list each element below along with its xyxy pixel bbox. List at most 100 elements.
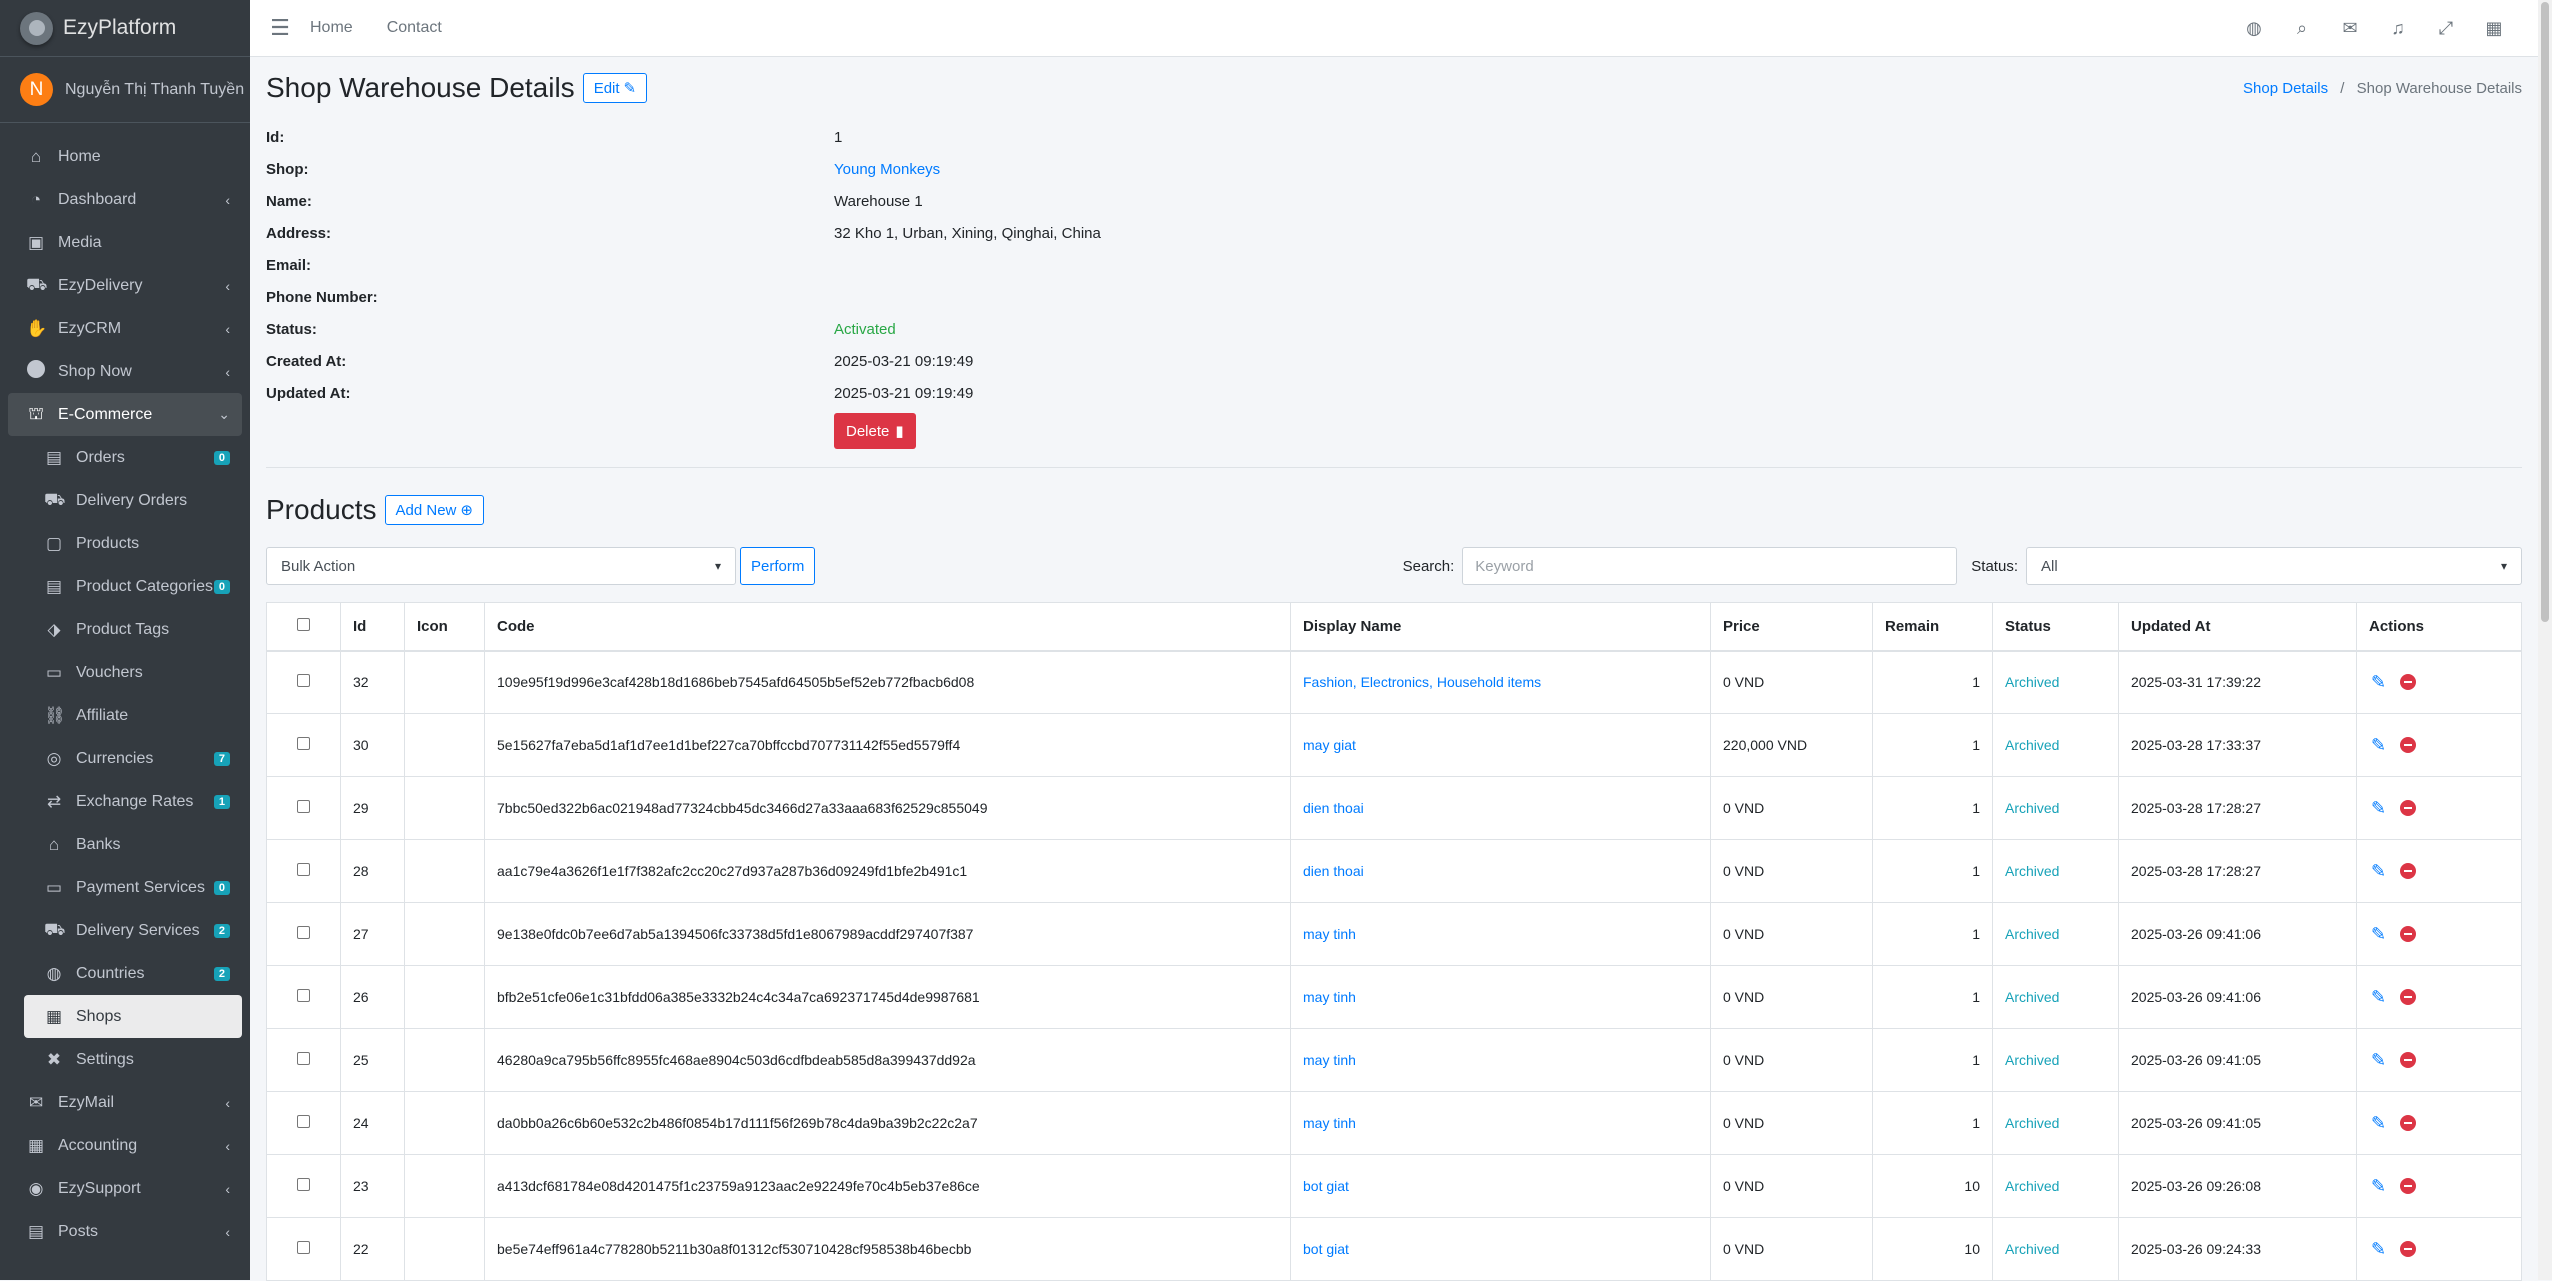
breadcrumb-shop-details[interactable]: Shop Details [2243, 80, 2328, 97]
row-checkbox[interactable] [297, 1115, 310, 1128]
col-remain[interactable]: Remain [1872, 602, 1993, 652]
status-link[interactable]: Archived [2005, 800, 2059, 816]
globe-icon[interactable]: ◍ [2230, 18, 2278, 39]
sidebar-item-ezycrm[interactable]: ✋ EzyCRM ‹ [8, 307, 242, 350]
remove-icon[interactable] [2400, 674, 2417, 691]
status-link[interactable]: Archived [2005, 989, 2059, 1005]
nav-home-link[interactable]: Home [310, 19, 353, 37]
col-updated-at[interactable]: Updated At [2118, 602, 2357, 652]
product-name-link[interactable]: may tinh [1303, 1052, 1356, 1068]
remove-icon[interactable] [2400, 989, 2417, 1005]
remove-icon[interactable] [2400, 1115, 2417, 1131]
sidebar-item-currencies[interactable]: ◎ Currencies 7 [8, 737, 242, 780]
remove-icon[interactable] [2400, 737, 2417, 753]
row-checkbox[interactable] [297, 863, 310, 876]
apps-grid-icon[interactable]: ▦ [2470, 18, 2518, 39]
row-checkbox[interactable] [297, 737, 310, 750]
product-name-link[interactable]: bot giat [1303, 1178, 1349, 1194]
sidebar-item-media[interactable]: ▣ Media [8, 221, 242, 264]
edit-icon[interactable]: ✎ [2371, 1050, 2386, 1071]
page-scrollbar[interactable] [2538, 0, 2552, 1280]
sidebar-item-shops[interactable]: ▦ Shops [24, 995, 242, 1038]
row-checkbox[interactable] [297, 1178, 310, 1191]
row-checkbox[interactable] [297, 800, 310, 813]
remove-icon[interactable] [2400, 800, 2417, 816]
search-icon[interactable]: ⌕ [2278, 18, 2326, 39]
edit-icon[interactable]: ✎ [2371, 924, 2386, 945]
sidebar-item-product-tags[interactable]: ⬗ Product Tags [8, 608, 242, 651]
row-checkbox[interactable] [297, 926, 310, 939]
remove-icon[interactable] [2400, 863, 2417, 879]
scrollbar-thumb[interactable] [2541, 2, 2549, 622]
row-checkbox[interactable] [297, 1241, 310, 1254]
sidebar-item-vouchers[interactable]: ▭ Vouchers [8, 651, 242, 694]
sidebar-item-exchange-rates[interactable]: ⇄ Exchange Rates 1 [8, 780, 242, 823]
status-link[interactable]: Archived [2005, 674, 2059, 690]
sidebar-item-e-commerce[interactable]: ⛫ E-Commerce ⌄ [8, 393, 242, 436]
edit-icon[interactable]: ✎ [2371, 1113, 2386, 1134]
user-panel[interactable]: N Nguyễn Thị Thanh Tuyền [0, 57, 250, 123]
bell-icon[interactable]: ♫ [2374, 18, 2422, 39]
status-link[interactable]: Archived [2005, 1115, 2059, 1131]
sidebar-item-ezymail[interactable]: ✉ EzyMail ‹ [8, 1081, 242, 1124]
product-name-link[interactable]: dien thoai [1303, 800, 1364, 816]
sidebar-item-home[interactable]: ⌂ Home [8, 135, 242, 178]
sidebar-item-shop-now[interactable]: Shop Now ‹ [8, 350, 242, 393]
search-input[interactable]: Keyword [1462, 547, 1958, 585]
edit-icon[interactable]: ✎ [2371, 672, 2386, 693]
product-name-link[interactable]: may giat [1303, 737, 1356, 753]
status-link[interactable]: Archived [2005, 863, 2059, 879]
col-display-name[interactable]: Display Name [1290, 602, 1711, 652]
row-checkbox[interactable] [297, 989, 310, 1002]
brand[interactable]: EzyPlatform [0, 0, 250, 57]
sidebar-item-products[interactable]: ▢ Products [8, 522, 242, 565]
sidebar-item-ezydelivery[interactable]: ⛟ EzyDelivery ‹ [8, 264, 242, 307]
sidebar-item-accounting[interactable]: ▦ Accounting ‹ [8, 1124, 242, 1167]
status-link[interactable]: Archived [2005, 1241, 2059, 1257]
remove-icon[interactable] [2400, 1241, 2417, 1257]
edit-icon[interactable]: ✎ [2371, 861, 2386, 882]
col-id[interactable]: Id [340, 602, 405, 652]
sidebar-item-ezysupport[interactable]: ◉ EzySupport ‹ [8, 1167, 242, 1210]
fullscreen-icon[interactable]: ⤢ [2422, 18, 2470, 39]
product-name-link[interactable]: Fashion, Electronics, Household items [1303, 674, 1541, 690]
row-checkbox[interactable] [297, 674, 310, 688]
sidebar-item-banks[interactable]: ⌂ Banks [8, 823, 242, 866]
col-price[interactable]: Price [1710, 602, 1873, 652]
remove-icon[interactable] [2400, 1052, 2417, 1068]
status-link[interactable]: Archived [2005, 737, 2059, 753]
delete-button[interactable]: Delete ▮ [834, 413, 916, 449]
status-link[interactable]: Archived [2005, 1178, 2059, 1194]
sidebar-item-posts[interactable]: ▤ Posts ‹ [8, 1210, 242, 1253]
sidebar-item-orders[interactable]: ▤ Orders 0 [8, 436, 242, 479]
edit-icon[interactable]: ✎ [2371, 1176, 2386, 1197]
menu-toggle-icon[interactable]: ☰ [250, 15, 310, 41]
sidebar-item-delivery-orders[interactable]: ⛟ Delivery Orders [8, 479, 242, 522]
sidebar-item-product-categories[interactable]: ▤ Product Categories 0 [8, 565, 242, 608]
sidebar-item-settings[interactable]: ✖ Settings [8, 1038, 242, 1081]
detail-shop-link[interactable]: Young Monkeys [834, 161, 940, 178]
comments-icon[interactable]: ✉ [2326, 18, 2374, 39]
edit-icon[interactable]: ✎ [2371, 987, 2386, 1008]
sidebar-item-dashboard[interactable]: ◔ Dashboard ‹ [8, 178, 242, 221]
product-name-link[interactable]: may tinh [1303, 1115, 1356, 1131]
product-name-link[interactable]: may tinh [1303, 989, 1356, 1005]
nav-contact-link[interactable]: Contact [387, 19, 442, 37]
edit-icon[interactable]: ✎ [2371, 798, 2386, 819]
status-link[interactable]: Archived [2005, 926, 2059, 942]
sidebar-item-payment-services[interactable]: ▭ Payment Services 0 [8, 866, 242, 909]
row-checkbox[interactable] [297, 1052, 310, 1065]
bulk-action-select[interactable]: Bulk Action ▾ [266, 547, 736, 585]
edit-icon[interactable]: ✎ [2371, 735, 2386, 756]
sidebar-item-affiliate[interactable]: ⛓ Affiliate [8, 694, 242, 737]
status-link[interactable]: Archived [2005, 1052, 2059, 1068]
add-new-button[interactable]: Add New ⊕ [384, 495, 484, 525]
edit-button[interactable]: Edit ✎ [582, 73, 648, 103]
sidebar-item-countries[interactable]: ◍ Countries 2 [8, 952, 242, 995]
remove-icon[interactable] [2400, 926, 2417, 942]
col-code[interactable]: Code [484, 602, 1291, 652]
select-all-checkbox[interactable] [297, 617, 310, 631]
sidebar-item-delivery-services[interactable]: ⛟ Delivery Services 2 [8, 909, 242, 952]
perform-button[interactable]: Perform [740, 547, 816, 585]
product-name-link[interactable]: bot giat [1303, 1241, 1349, 1257]
